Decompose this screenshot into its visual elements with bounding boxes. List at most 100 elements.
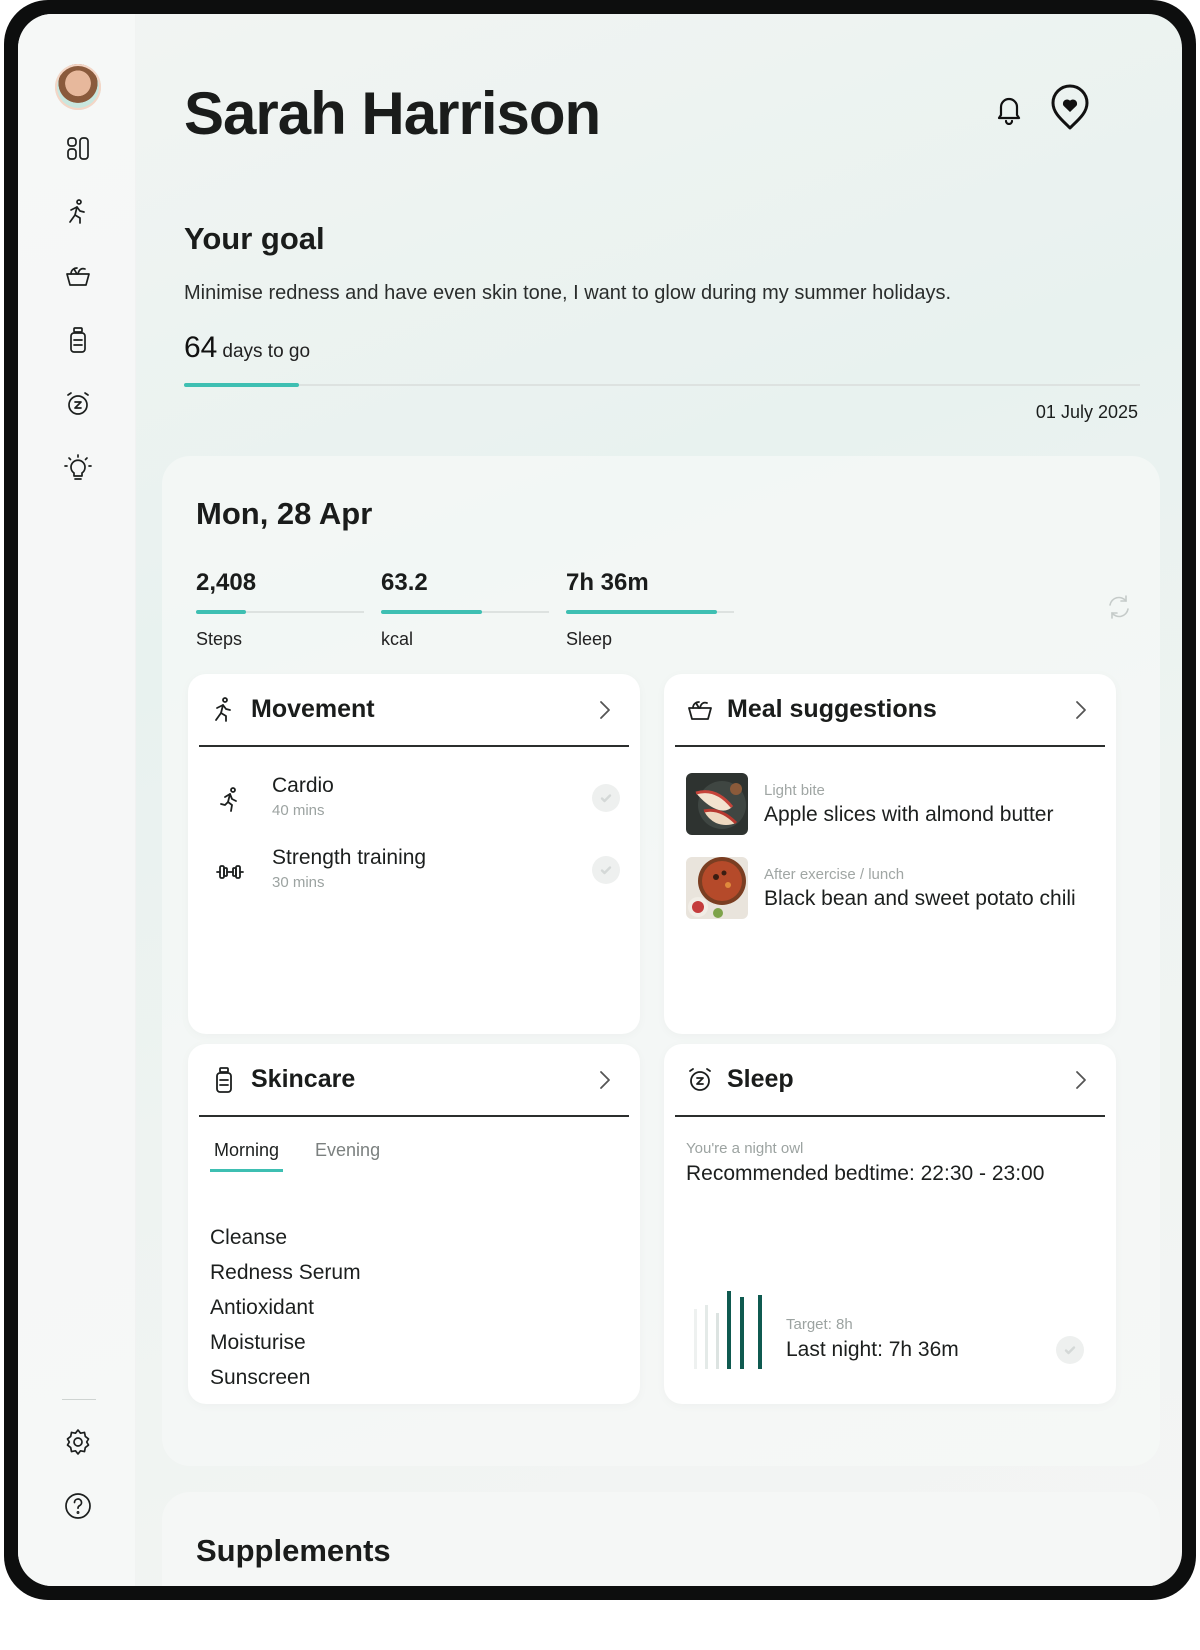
question-icon[interactable]	[60, 1488, 96, 1524]
bowl-icon[interactable]	[60, 258, 96, 294]
stat-kcal: 63.2 kcal	[381, 569, 549, 650]
stat-track	[381, 610, 549, 614]
goal-title: Your goal	[184, 221, 325, 256]
chevron-right-icon[interactable]	[1067, 697, 1093, 723]
sleep-bar	[716, 1313, 719, 1369]
activity-name: Cardio	[272, 774, 334, 797]
stat-value: 63.2	[381, 569, 428, 596]
stat-sleep: 7h 36m Sleep	[566, 569, 734, 650]
sleep-card: Sleep You're a night owl Recommended bed…	[664, 1044, 1116, 1404]
meal-tag: After exercise / lunch	[764, 865, 905, 883]
activity-strength[interactable]: Strength training 30 mins	[210, 846, 620, 904]
meal-item[interactable]: Light bite Apple slices with almond butt…	[686, 772, 1098, 836]
activity-cardio[interactable]: Cardio 40 mins	[210, 774, 620, 832]
skincare-step: Antioxidant	[210, 1296, 314, 1319]
tab-evening[interactable]: Evening	[311, 1140, 384, 1172]
gear-icon[interactable]	[60, 1424, 96, 1460]
goal-date: 01 July 2025	[1035, 402, 1138, 422]
stat-fill	[566, 610, 718, 614]
card-header[interactable]: Meal suggestions	[675, 674, 1105, 747]
check-icon[interactable]	[1056, 1336, 1084, 1364]
meal-name: Apple slices with almond butter	[764, 802, 1054, 826]
activity-name: Strength training	[272, 846, 427, 869]
skincare-steps: Cleanse Redness Serum Antioxidant Moistu…	[210, 1220, 361, 1395]
days-number: 64	[184, 331, 218, 364]
meal-tag: Light bite	[764, 781, 825, 799]
check-icon[interactable]	[592, 856, 620, 884]
activity-duration: 30 mins	[272, 874, 325, 891]
card-header[interactable]: Sleep	[675, 1044, 1105, 1117]
avatar[interactable]	[55, 64, 101, 110]
sleep-last-night: Last night: 7h 36m	[786, 1338, 959, 1361]
skincare-step: Moisturise	[210, 1331, 306, 1354]
chevron-right-icon[interactable]	[1067, 1067, 1093, 1093]
running-person-icon[interactable]	[60, 194, 96, 230]
sleep-subtitle: You're a night owl	[686, 1140, 804, 1157]
card-header[interactable]: Skincare	[199, 1044, 629, 1117]
skincare-step: Cleanse	[210, 1226, 288, 1249]
stat-label: kcal	[381, 629, 414, 649]
meal-card: Meal suggestions Light bite Apple slices…	[664, 674, 1116, 1034]
card-title: Movement	[251, 695, 375, 723]
bottle-icon[interactable]	[60, 322, 96, 358]
stat-label: Sleep	[566, 629, 613, 649]
stat-fill	[381, 610, 482, 614]
stat-value: 7h 36m	[566, 569, 649, 596]
chevron-right-icon[interactable]	[591, 697, 617, 723]
days-label: days to go	[222, 341, 311, 362]
sleep-bars	[694, 1291, 774, 1369]
chevron-right-icon[interactable]	[591, 1067, 617, 1093]
skincare-step: Redness Serum	[210, 1261, 361, 1284]
dumbbell-icon	[210, 852, 250, 892]
activity-duration: 40 mins	[272, 802, 325, 819]
app-screen: Sarah Harrison Your goal Minimise rednes…	[18, 14, 1182, 1586]
refresh-icon[interactable]	[1105, 593, 1133, 626]
bottle-icon	[207, 1063, 241, 1097]
stat-steps: 2,408 Steps	[196, 569, 364, 650]
check-icon[interactable]	[592, 784, 620, 812]
bell-icon[interactable]	[990, 90, 1028, 128]
stat-value: 2,408	[196, 569, 257, 596]
sidebar	[18, 14, 136, 1586]
goal-text: Minimise redness and have even skin tone…	[184, 282, 952, 304]
sleep-target: Target: 8h	[786, 1316, 853, 1333]
day-title: Mon, 28 Apr	[196, 496, 373, 531]
stat-track	[566, 610, 734, 614]
movement-card: Movement Cardio 40 mins Strength trainin…	[188, 674, 640, 1034]
alarm-clock-icon	[683, 1063, 717, 1097]
stat-track	[196, 610, 364, 614]
running-icon	[210, 780, 250, 820]
card-title: Sleep	[727, 1065, 794, 1093]
stat-label: Steps	[196, 629, 243, 649]
card-title: Skincare	[251, 1065, 356, 1093]
apple-slices-image	[686, 773, 748, 835]
device-frame: Sarah Harrison Your goal Minimise rednes…	[4, 0, 1196, 1600]
goal-progress-fill	[184, 383, 299, 387]
heart-location-icon[interactable]	[1048, 82, 1092, 132]
sleep-recommendation: Recommended bedtime: 22:30 - 23:00	[686, 1162, 1045, 1185]
bowl-icon	[683, 693, 717, 727]
tab-morning[interactable]: Morning	[210, 1140, 284, 1172]
sleep-bar	[758, 1295, 762, 1369]
card-header[interactable]: Movement	[199, 674, 629, 747]
stat-fill	[196, 610, 247, 614]
days-counter: 64 days to go	[184, 331, 310, 365]
lightbulb-icon[interactable]	[60, 450, 96, 486]
sleep-bar	[705, 1305, 708, 1369]
supplements-title: Supplements	[196, 1533, 391, 1568]
sleep-bar	[740, 1297, 744, 1369]
alarm-clock-icon[interactable]	[60, 386, 96, 422]
skincare-tabs: Morning Evening	[210, 1140, 384, 1172]
page-title: Sarah Harrison	[184, 80, 601, 147]
meal-item[interactable]: After exercise / lunch Black bean and sw…	[686, 856, 1098, 920]
running-person-icon	[207, 693, 241, 727]
sleep-bar	[727, 1291, 731, 1369]
meal-name: Black bean and sweet potato chili	[764, 886, 1076, 910]
skincare-step: Sunscreen	[210, 1366, 311, 1389]
grid-icon[interactable]	[60, 130, 96, 166]
goal-progress-track	[184, 383, 1140, 387]
sleep-bar	[694, 1309, 697, 1369]
chili-image	[686, 857, 748, 919]
skincare-card: Skincare Morning Evening Cleanse Redness…	[188, 1044, 640, 1404]
card-title: Meal suggestions	[727, 695, 937, 723]
